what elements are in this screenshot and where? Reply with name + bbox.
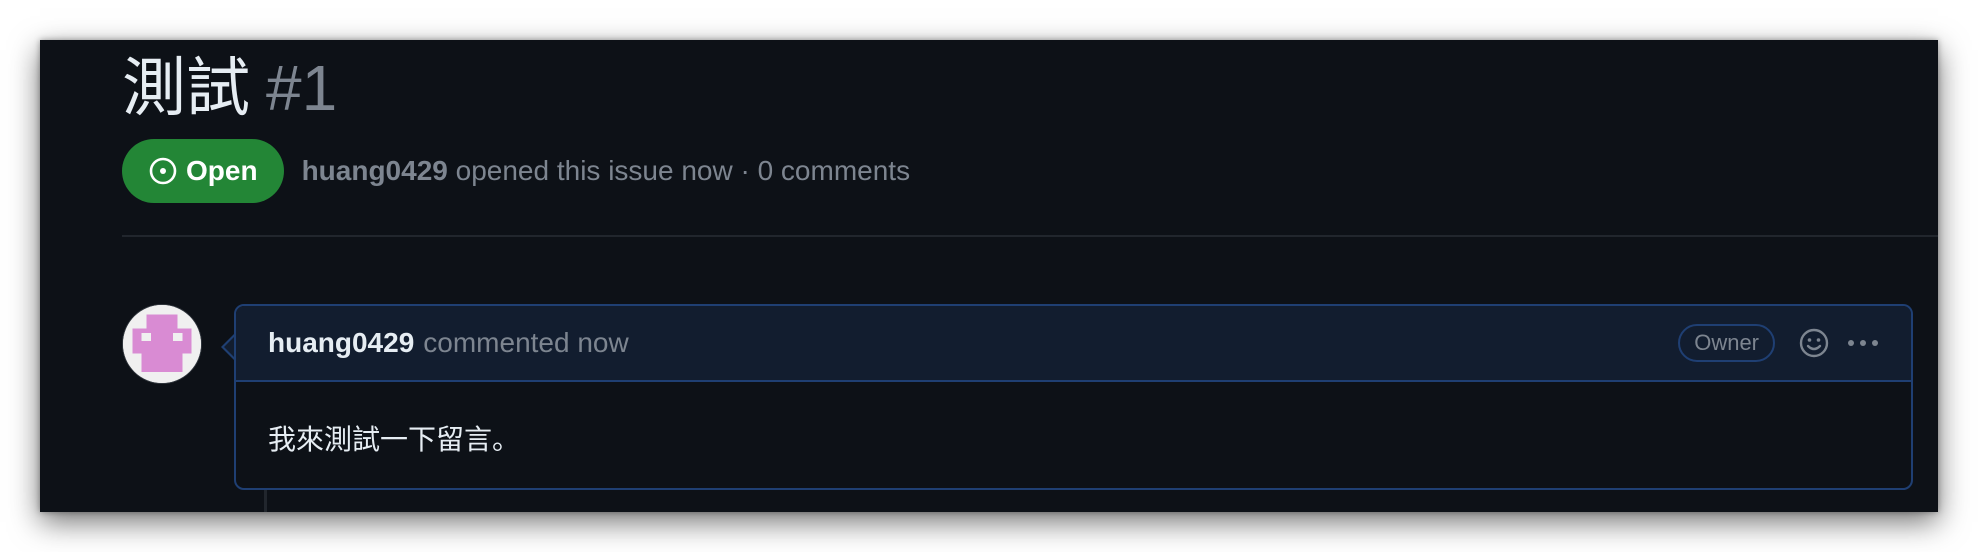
header-divider	[122, 235, 1938, 237]
owner-badge: Owner	[1678, 324, 1775, 362]
smiley-icon[interactable]	[1797, 326, 1831, 360]
comment-timestamp[interactable]: commented now	[423, 327, 628, 359]
issue-opened-icon	[148, 156, 178, 186]
issue-page: 測試 #1 Open huang0429 opened this issue n…	[40, 40, 1938, 512]
issue-title-row: 測試 #1	[122, 48, 337, 128]
issue-meta: huang0429 opened this issue now · 0 comm…	[302, 155, 911, 187]
issue-meta-text: opened this issue now · 0 comments	[455, 155, 911, 186]
comment-author-link[interactable]: huang0429	[268, 327, 414, 359]
avatar[interactable]	[122, 304, 202, 384]
issue-meta-row: Open huang0429 opened this issue now · 0…	[122, 139, 910, 203]
comment-card: huang0429 commented now Owner 我來測試一下留言。	[234, 304, 1913, 490]
comment-header-actions: Owner	[1678, 324, 1881, 362]
issue-number: #1	[266, 52, 338, 124]
issue-state-badge: Open	[122, 139, 284, 203]
kebab-horizontal-icon[interactable]	[1845, 326, 1881, 360]
issue-state-label: Open	[186, 155, 258, 186]
comment-header: huang0429 commented now Owner	[236, 306, 1911, 382]
issue-author-link[interactable]: huang0429	[302, 155, 448, 186]
comment-body: 我來測試一下留言。	[268, 424, 521, 455]
issue-title: 測試	[122, 52, 250, 124]
